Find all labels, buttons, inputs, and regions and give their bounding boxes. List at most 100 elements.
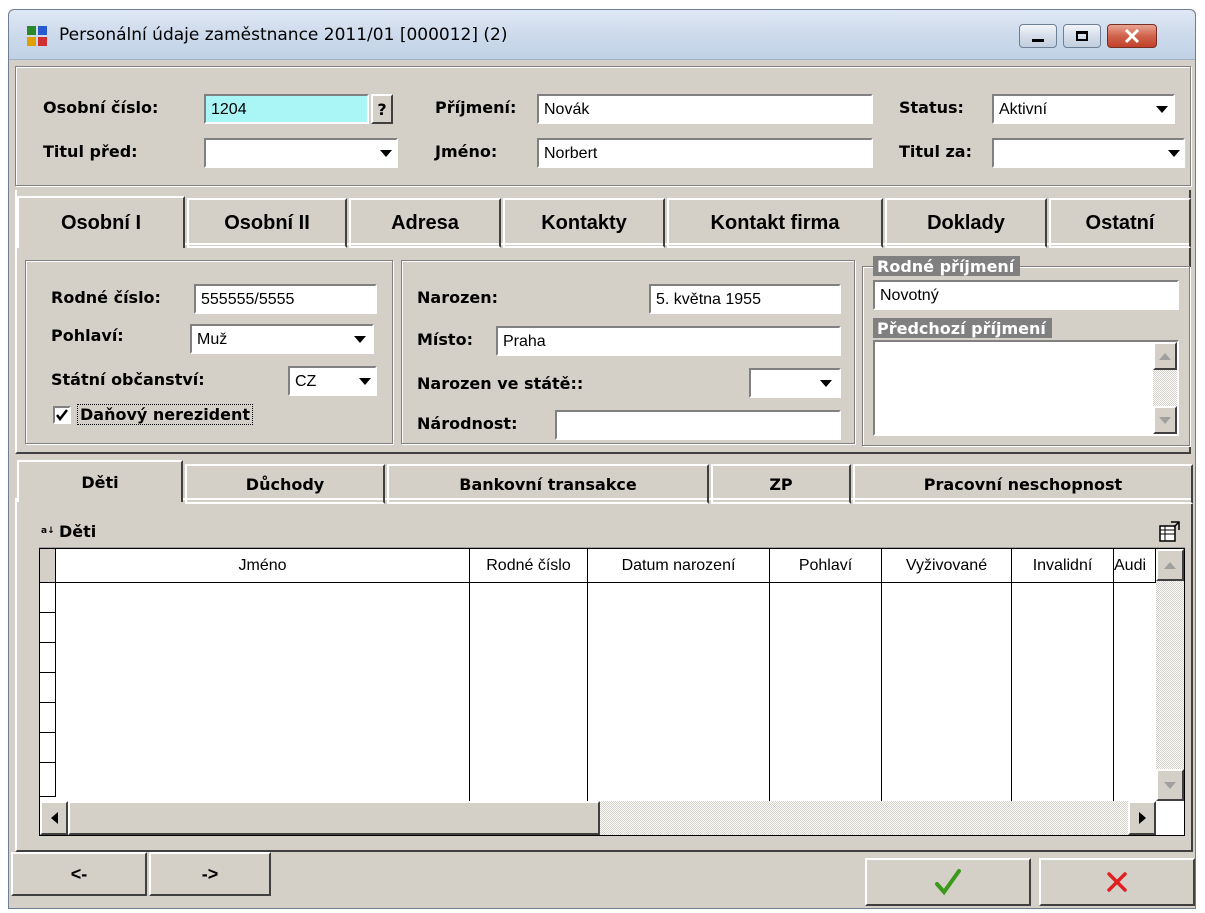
predchozi-prijmeni-textarea[interactable] [873, 340, 1179, 436]
grid-horizontal-scrollbar[interactable] [40, 801, 1156, 835]
column-header-pohlavi[interactable]: Pohlaví [770, 549, 882, 583]
ok-button[interactable] [865, 858, 1031, 906]
danovy-nerezident-label[interactable]: Daňový nerezident [77, 404, 254, 425]
chevron-down-icon [1168, 149, 1180, 157]
titul-za-select[interactable] [992, 138, 1185, 168]
osobni-cislo-label: Osobní číslo: [43, 98, 159, 117]
scroll-right-button[interactable] [1128, 801, 1156, 835]
jmeno-input[interactable]: Norbert [537, 138, 873, 168]
pohlavi-label: Pohlaví: [51, 326, 124, 345]
scroll-down-button[interactable] [1153, 406, 1177, 434]
minimize-button[interactable] [1019, 24, 1057, 48]
tab-kontakty[interactable]: Kontakty [503, 198, 665, 248]
checkmark-icon [935, 869, 961, 896]
obcanstvi-dropdown-button[interactable] [354, 368, 376, 394]
osobni-cislo-input[interactable]: 1204 [204, 94, 369, 124]
scroll-up-button[interactable] [1156, 549, 1184, 581]
rodne-cislo-input[interactable]: 555555/5555 [194, 284, 377, 314]
narozen-ve-state-dropdown-button[interactable] [815, 370, 837, 396]
row-indicator[interactable] [40, 733, 56, 763]
column-header-audi[interactable]: Audi [1114, 549, 1156, 583]
tab-doklady[interactable]: Doklady [885, 198, 1047, 248]
status-select[interactable]: Aktivní [992, 94, 1175, 124]
tab-osobni-1[interactable]: Osobní I [17, 196, 185, 248]
narodnost-label: Národnost: [417, 414, 518, 433]
row-indicator[interactable] [40, 583, 56, 613]
subtab-bankovni-transakce[interactable]: Bankovní transakce [387, 464, 709, 504]
rodne-prijmeni-label: Rodné příjmení [873, 256, 1021, 276]
personal-data-window: Personální údaje zaměstnance 2011/01 [00… [8, 9, 1196, 909]
chevron-up-icon [1164, 561, 1176, 569]
pohlavi-dropdown-button[interactable] [349, 326, 371, 352]
titul-za-dropdown-button[interactable] [1163, 140, 1185, 166]
previous-button[interactable]: <- [11, 852, 147, 896]
scroll-left-button[interactable] [40, 801, 68, 835]
next-button[interactable]: -> [149, 852, 271, 896]
column-header-rodne-cislo[interactable]: Rodné číslo [470, 549, 588, 583]
close-button[interactable] [1107, 24, 1157, 48]
narozen-ve-state-label: Narozen ve státě:: [417, 374, 584, 393]
tab-kontakt-firma[interactable]: Kontakt firma [667, 198, 883, 248]
sort-icon: a↓ [41, 526, 55, 536]
prijmeni-input[interactable]: Novák [537, 94, 873, 124]
checkmark-icon [56, 409, 68, 421]
scroll-thumb[interactable] [68, 801, 600, 835]
app-icon [27, 26, 47, 46]
column-header-vyzivovane[interactable]: Vyživované [882, 549, 1012, 583]
misto-label: Místo: [417, 330, 473, 349]
tab-ostatni[interactable]: Ostatní [1049, 198, 1191, 248]
column-header-invalidni[interactable]: Invalidní [1012, 549, 1114, 583]
chevron-right-icon [1138, 812, 1146, 824]
row-indicator[interactable] [40, 643, 56, 673]
column-header-datum-narozeni[interactable]: Datum narození [588, 549, 770, 583]
tab-adresa[interactable]: Adresa [349, 198, 501, 248]
subtab-pracovni-neschopnost[interactable]: Pracovní neschopnost [853, 464, 1193, 504]
scroll-up-button[interactable] [1153, 342, 1177, 370]
danovy-nerezident-checkbox[interactable] [53, 406, 71, 424]
row-indicator[interactable] [40, 763, 56, 797]
tab-osobni-2[interactable]: Osobní II [187, 198, 347, 248]
titul-pred-dropdown-button[interactable] [375, 140, 397, 166]
column-divider [881, 583, 882, 835]
narozen-input[interactable]: 5. května 1955 [649, 284, 841, 314]
grid-corner [40, 549, 56, 583]
scroll-down-button[interactable] [1156, 769, 1184, 801]
grid-settings-icon [1159, 521, 1180, 542]
subtab-deti[interactable]: Děti [17, 460, 183, 502]
narodnost-input[interactable] [555, 410, 841, 440]
status-label: Status: [899, 98, 964, 117]
deti-grid[interactable]: Jméno Rodné číslo Datum narození Pohlaví… [39, 548, 1185, 836]
maximize-icon [1076, 31, 1088, 41]
title-bar[interactable]: Personální údaje zaměstnance 2011/01 [00… [9, 10, 1195, 60]
chevron-down-icon [1156, 105, 1168, 113]
rodne-cislo-label: Rodné číslo: [51, 288, 161, 307]
predchozi-prijmeni-scrollbar[interactable] [1153, 342, 1177, 434]
close-icon [1124, 29, 1140, 43]
column-header-jmeno[interactable]: Jméno [56, 549, 470, 583]
subtab-zp[interactable]: ZP [711, 464, 851, 504]
row-indicator[interactable] [40, 703, 56, 733]
titul-pred-select[interactable] [204, 138, 398, 168]
status-dropdown-button[interactable] [1151, 96, 1173, 122]
row-indicator[interactable] [40, 613, 56, 643]
predchozi-prijmeni-label: Předchozí příjmení [873, 318, 1052, 338]
row-indicator[interactable] [40, 673, 56, 703]
chevron-down-icon [820, 379, 832, 387]
header-panel [15, 66, 1191, 186]
chevron-down-icon [380, 149, 392, 157]
grid-caption: Děti [59, 522, 97, 541]
chevron-left-icon [50, 812, 58, 824]
titul-pred-label: Titul před: [43, 142, 138, 161]
cancel-button[interactable] [1039, 858, 1195, 906]
grid-settings-button[interactable] [1157, 520, 1181, 544]
grid-caption-bar: a↓ Děti [39, 516, 1185, 548]
minimize-icon [1032, 38, 1044, 42]
pohlavi-select[interactable]: Muž [190, 324, 374, 354]
maximize-button[interactable] [1063, 24, 1101, 48]
osobni-cislo-help-button[interactable]: ? [371, 94, 393, 124]
column-divider [1113, 583, 1114, 835]
misto-input[interactable]: Praha [496, 326, 841, 356]
subtab-duchody[interactable]: Důchody [185, 464, 385, 504]
grid-vertical-scrollbar[interactable] [1156, 549, 1184, 801]
rodne-prijmeni-input[interactable]: Novotný [873, 280, 1179, 310]
